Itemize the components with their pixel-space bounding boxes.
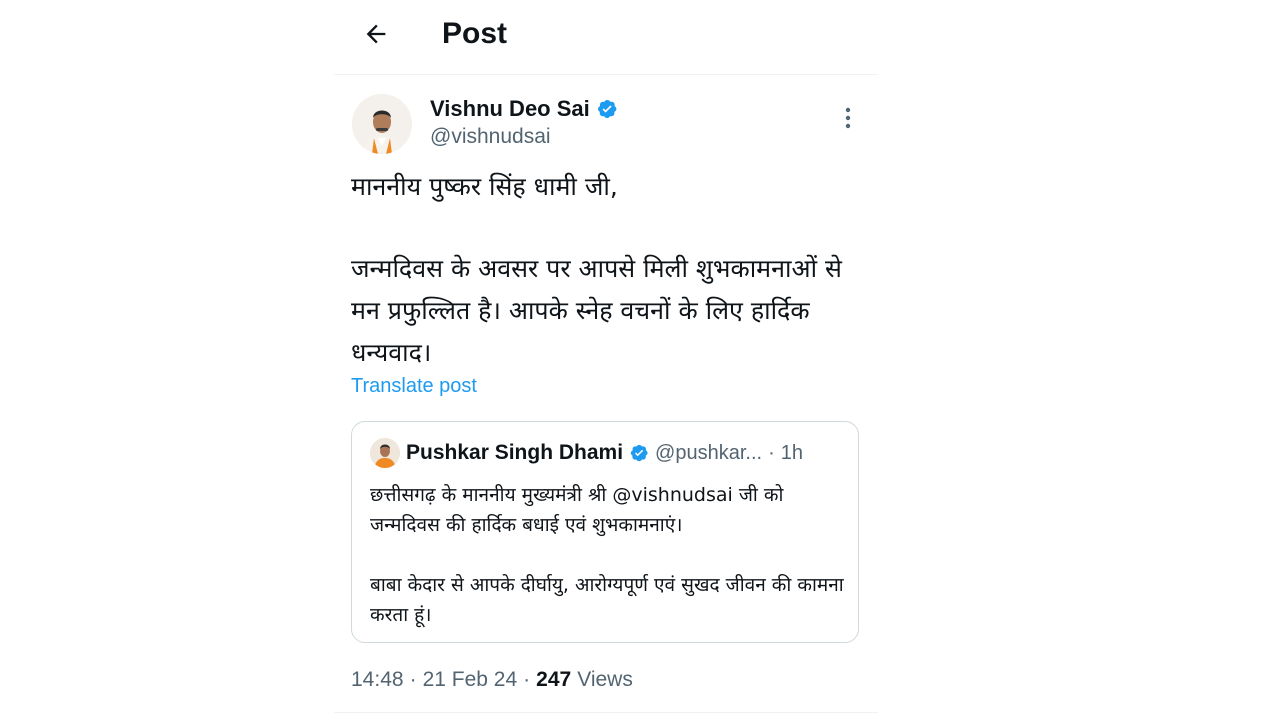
more-vertical-icon — [845, 107, 851, 129]
tweet-text: माननीय पुष्कर सिंह धामी जी, जन्मदिवस के … — [351, 166, 871, 374]
verified-badge-icon — [630, 444, 648, 462]
quoted-author-name: Pushkar Singh Dhami — [406, 441, 624, 464]
top-bar: Post — [334, 0, 878, 75]
post-time[interactable]: 14:48 — [351, 665, 404, 695]
quoted-avatar-photo — [370, 438, 400, 468]
quoted-post-header: Pushkar Singh Dhami @pushkar... · 1h — [370, 438, 803, 468]
author-avatar[interactable] — [352, 94, 412, 154]
tweet-paragraph: जन्मदिवस के अवसर पर आपसे मिली शुभकामनाओं… — [351, 254, 842, 367]
author-handle[interactable]: @vishnudsai — [430, 122, 551, 152]
more-options-button[interactable] — [836, 104, 860, 132]
separator-dot: · — [409, 668, 417, 691]
quoted-post-text: छत्तीसगढ़ के माननीय मुख्यमंत्री श्री @vi… — [370, 480, 848, 630]
page-title: Post — [442, 17, 508, 50]
back-button[interactable] — [356, 14, 396, 54]
quoted-post-card[interactable]: Pushkar Singh Dhami @pushkar... · 1h छत्… — [351, 421, 859, 643]
quoted-post-time: 1h — [780, 441, 803, 464]
arrow-left-icon — [366, 24, 386, 44]
separator-dot: · — [523, 668, 531, 691]
verified-badge-icon[interactable] — [596, 98, 618, 120]
avatar-photo — [352, 94, 412, 154]
author-name-row: Vishnu Deo Sai — [430, 94, 618, 124]
tweet-paragraph: माननीय पुष्कर सिंह धामी जी, — [351, 172, 618, 201]
quoted-author-handle: @pushkar... — [655, 441, 763, 464]
translate-post-link[interactable]: Translate post — [351, 372, 477, 400]
views-label: Views — [577, 668, 633, 691]
separator-dot: · — [768, 441, 775, 464]
quoted-author-avatar — [370, 438, 400, 468]
views-count: 247 — [536, 668, 572, 691]
divider — [334, 712, 878, 713]
post-page: Post Vishnu Deo Sai @vishnudsai माननीय प… — [0, 0, 1280, 720]
quoted-paragraph: छत्तीसगढ़ के माननीय मुख्यमंत्री श्री @vi… — [370, 484, 784, 536]
post-meta-row: 14:48 · 21 Feb 24 · 247 Views — [351, 665, 633, 695]
post-date[interactable]: 21 Feb 24 — [423, 665, 518, 695]
quoted-paragraph: बाबा केदार से आपके दीर्घायु, आरोग्यपूर्ण… — [370, 574, 844, 626]
author-name[interactable]: Vishnu Deo Sai — [430, 96, 590, 122]
